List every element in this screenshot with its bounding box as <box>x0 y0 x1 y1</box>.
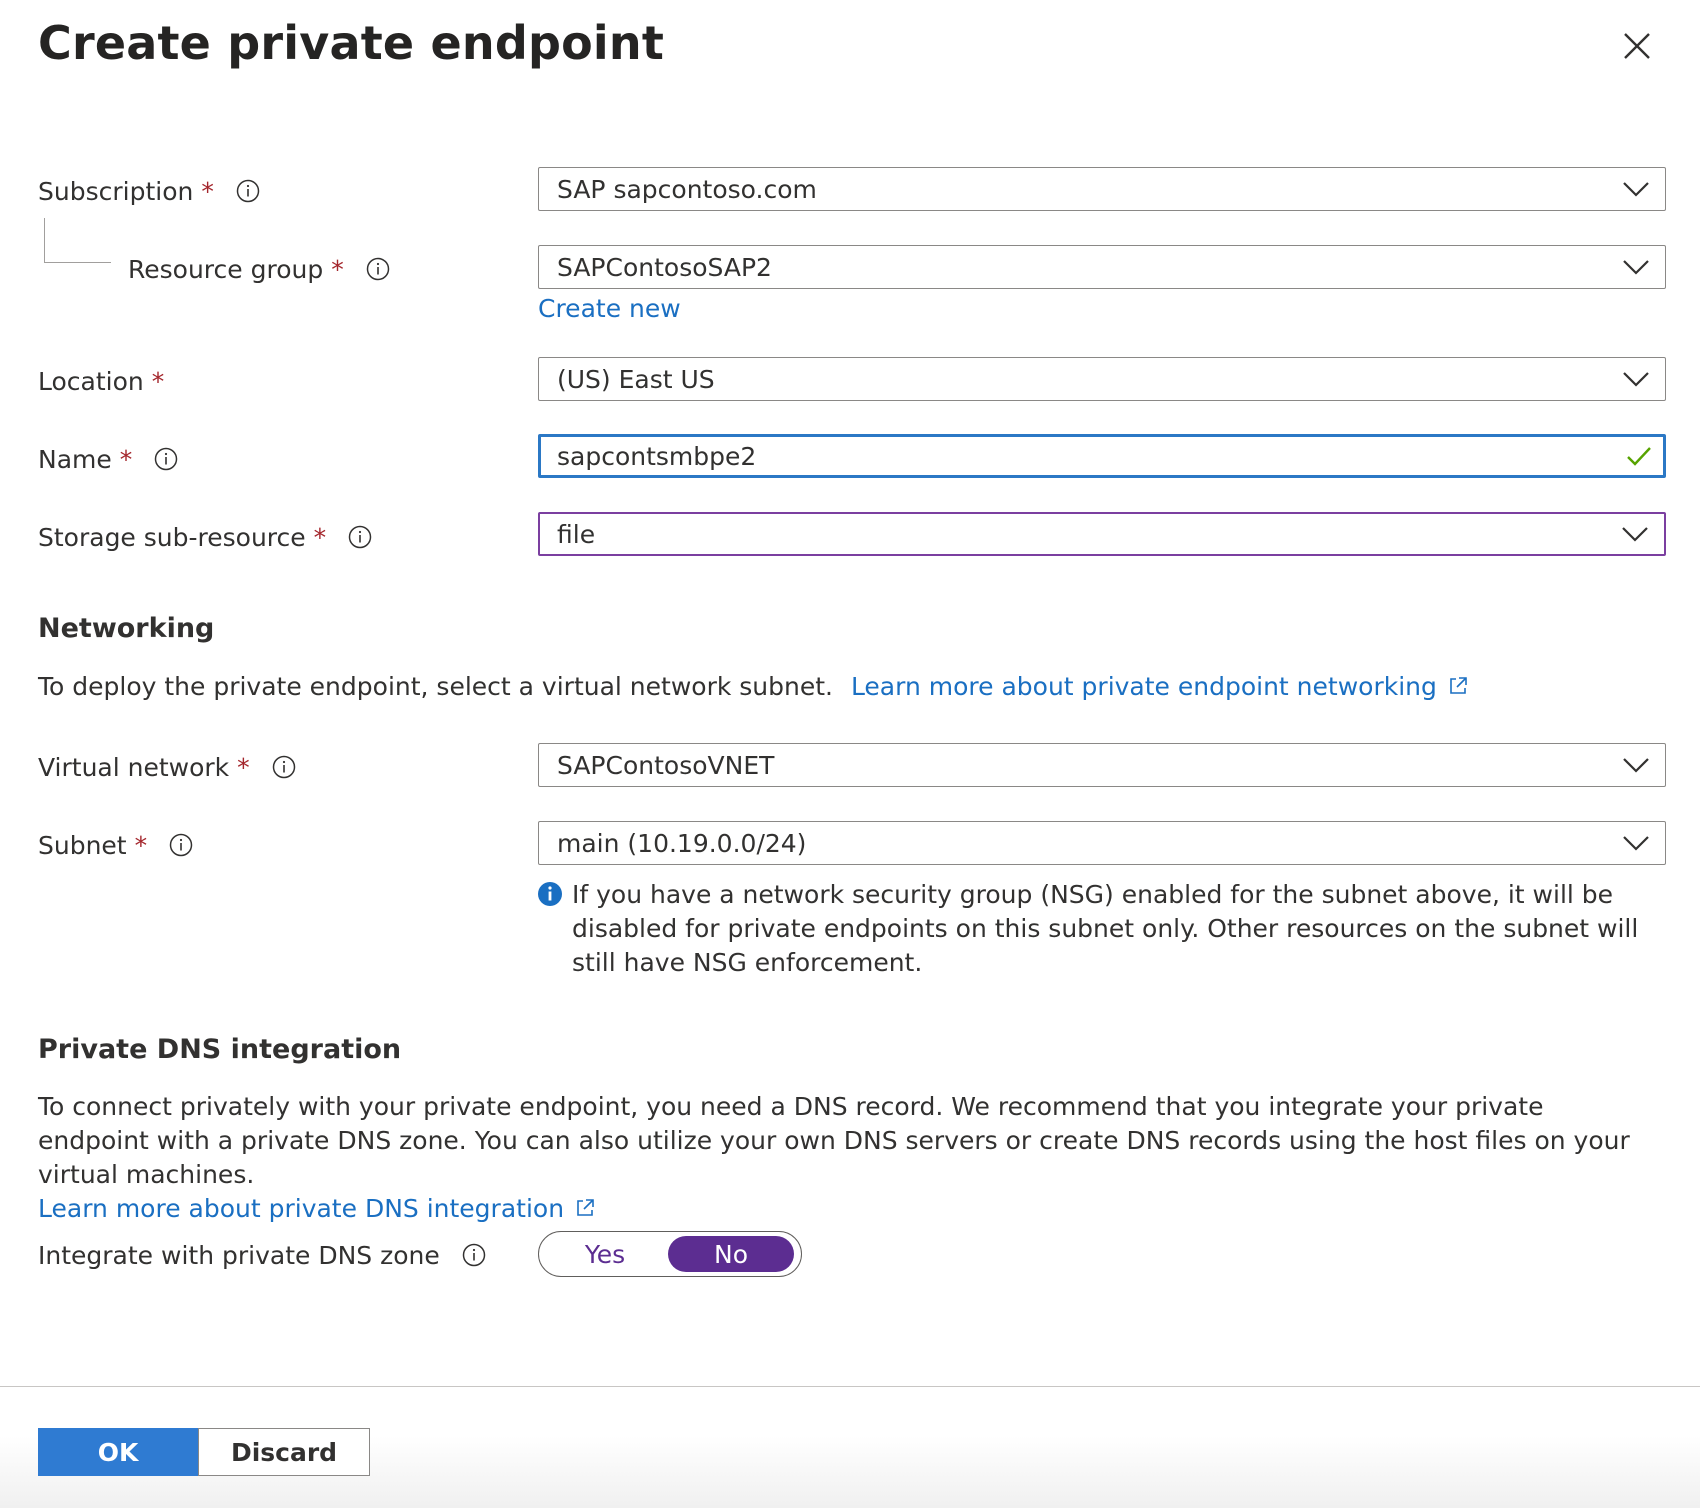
required-marker: * <box>201 176 214 206</box>
name-label: Name <box>38 444 112 474</box>
virtual-network-label: Virtual network <box>38 752 230 782</box>
chevron-down-icon <box>1623 260 1649 275</box>
subnet-label-row: Subnet * <box>38 822 193 868</box>
networking-description-row: To deploy the private endpoint, select a… <box>38 670 1469 704</box>
subnet-dropdown[interactable]: main (10.19.0.0/24) <box>538 821 1666 865</box>
external-link-icon <box>1450 677 1467 694</box>
close-button[interactable] <box>1615 24 1659 68</box>
required-marker: * <box>331 254 344 284</box>
storage-sub-resource-label-row: Storage sub-resource * <box>38 514 372 560</box>
required-marker: * <box>237 752 250 782</box>
chevron-down-icon <box>1623 372 1649 387</box>
learn-more-dns-label: Learn more about private DNS integration <box>38 1194 565 1223</box>
virtual-network-label-row: Virtual network * <box>38 744 296 790</box>
networking-description: To deploy the private endpoint, select a… <box>38 672 833 701</box>
dns-description-block: To connect privately with your private e… <box>38 1090 1658 1226</box>
chevron-down-icon <box>1622 527 1648 542</box>
location-value: (US) East US <box>557 364 715 394</box>
ok-button[interactable]: OK <box>38 1428 198 1476</box>
integrate-dns-label-row: Integrate with private DNS zone <box>38 1232 486 1278</box>
nsg-info-message: If you have a network security group (NS… <box>538 878 1668 980</box>
close-icon <box>1624 33 1650 59</box>
required-marker: * <box>313 522 327 552</box>
resource-group-label-row: Resource group * <box>128 246 390 292</box>
info-icon[interactable] <box>348 525 372 549</box>
name-label-row: Name * <box>38 436 178 482</box>
toggle-option-yes[interactable]: Yes <box>542 1236 668 1272</box>
chevron-down-icon <box>1623 182 1649 197</box>
name-input[interactable]: sapcontsmbpe2 <box>538 434 1666 478</box>
footer-divider <box>0 1386 1700 1387</box>
required-marker: * <box>119 444 133 474</box>
dialog-title: Create private endpoint <box>38 16 665 70</box>
virtual-network-value: SAPContosoVNET <box>557 750 775 780</box>
location-dropdown[interactable]: (US) East US <box>538 357 1666 401</box>
subscription-label-row: Subscription * <box>38 168 260 214</box>
learn-more-dns-link[interactable]: Learn more about private DNS integration <box>38 1194 596 1223</box>
subscription-dropdown[interactable]: SAP sapcontoso.com <box>538 167 1666 211</box>
integrate-dns-toggle[interactable]: Yes No <box>538 1231 802 1277</box>
location-label-row: Location * <box>38 358 164 404</box>
learn-more-networking-link[interactable]: Learn more about private endpoint networ… <box>851 672 1469 701</box>
storage-sub-resource-label: Storage sub-resource <box>38 522 306 552</box>
dns-description: To connect privately with your private e… <box>38 1092 1630 1189</box>
resource-group-label: Resource group <box>128 254 324 284</box>
resource-group-dropdown[interactable]: SAPContosoSAP2 <box>538 245 1666 289</box>
integrate-dns-label: Integrate with private DNS zone <box>38 1240 440 1270</box>
required-marker: * <box>134 830 148 860</box>
name-value: sapcontsmbpe2 <box>557 441 757 471</box>
learn-more-networking-label: Learn more about private endpoint networ… <box>850 672 1437 701</box>
chevron-down-icon <box>1623 836 1649 851</box>
discard-button[interactable]: Discard <box>198 1428 370 1476</box>
create-private-endpoint-dialog: Create private endpoint Subscription * S… <box>0 0 1700 1508</box>
toggle-option-no[interactable]: No <box>668 1236 794 1272</box>
subnet-value: main (10.19.0.0/24) <box>557 828 807 858</box>
virtual-network-dropdown[interactable]: SAPContosoVNET <box>538 743 1666 787</box>
networking-heading: Networking <box>38 613 215 644</box>
resource-group-value: SAPContosoSAP2 <box>557 252 772 282</box>
checkmark-icon <box>1627 447 1651 466</box>
info-icon[interactable] <box>272 755 296 779</box>
info-icon[interactable] <box>169 833 193 857</box>
tree-connector <box>44 218 111 263</box>
required-marker: * <box>151 366 165 396</box>
dns-heading: Private DNS integration <box>38 1034 402 1065</box>
external-link-icon <box>577 1199 594 1216</box>
subnet-label: Subnet <box>38 830 127 860</box>
create-new-link[interactable]: Create new <box>538 294 681 323</box>
nsg-info-text: If you have a network security group (NS… <box>572 880 1639 977</box>
storage-sub-resource-value: file <box>557 519 596 549</box>
info-icon[interactable] <box>154 447 178 471</box>
subscription-label: Subscription <box>38 176 194 206</box>
chevron-down-icon <box>1623 758 1649 773</box>
info-icon[interactable] <box>236 179 260 203</box>
info-filled-icon <box>538 882 562 906</box>
location-label: Location <box>38 366 144 396</box>
info-icon[interactable] <box>462 1243 486 1267</box>
subscription-value: SAP sapcontoso.com <box>557 174 817 204</box>
storage-sub-resource-dropdown[interactable]: file <box>538 512 1666 556</box>
info-icon[interactable] <box>366 257 390 281</box>
